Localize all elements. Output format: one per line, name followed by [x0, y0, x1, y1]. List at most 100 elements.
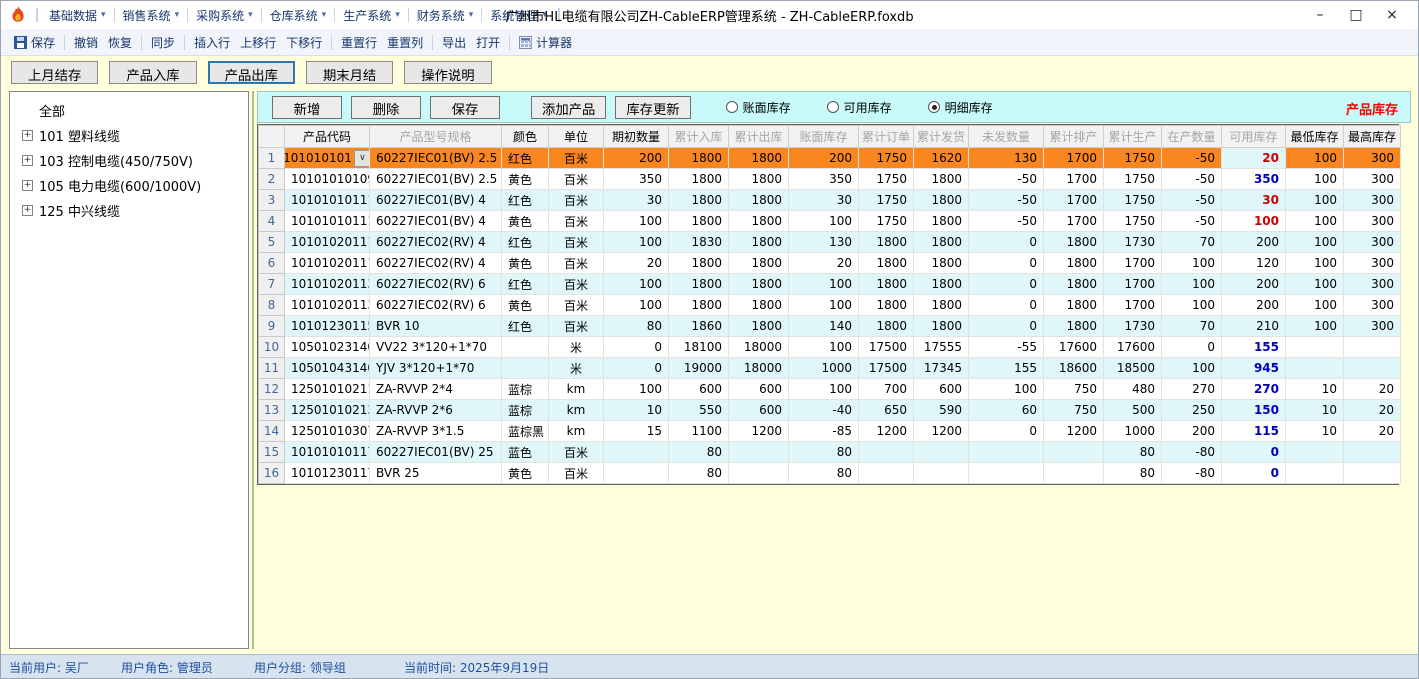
cell-cum-inbound[interactable]: 80 [669, 442, 729, 463]
cell-cum-scheduled[interactable]: 1800 [1044, 232, 1104, 253]
cell-min-stock[interactable]: 100 [1286, 253, 1344, 274]
toolbar-move-row-down-button[interactable]: 下移行 [281, 32, 327, 53]
cell-in-production[interactable]: 0 [1162, 337, 1222, 358]
cell-cum-outbound[interactable]: 1800 [729, 169, 789, 190]
cell-book-stock[interactable]: 30 [789, 190, 859, 211]
cell-opening-qty[interactable] [604, 442, 669, 463]
cell-in-production[interactable]: -80 [1162, 442, 1222, 463]
cell-cum-inbound[interactable]: 1800 [669, 148, 729, 169]
cell-cum-inbound[interactable]: 600 [669, 379, 729, 400]
cell-cum-shipped[interactable]: 1200 [914, 421, 969, 442]
toolbar-reset-rows-button[interactable]: 重置行 [336, 32, 382, 53]
cell-available-stock[interactable]: 210 [1222, 316, 1286, 337]
cell-in-production[interactable]: 100 [1162, 253, 1222, 274]
cell-cum-outbound[interactable]: 600 [729, 379, 789, 400]
column-header-product-spec[interactable]: 产品型号规格 [370, 126, 502, 148]
cell-unit[interactable]: 百米 [549, 442, 604, 463]
cell-product-spec[interactable]: 60227IEC01(BV) 2.5 [370, 148, 502, 169]
cell-cum-inbound[interactable]: 1830 [669, 232, 729, 253]
cell-min-stock[interactable]: 10 [1286, 400, 1344, 421]
cell-cum-produced[interactable]: 1730 [1104, 232, 1162, 253]
row-number[interactable]: 13 [259, 400, 285, 421]
tab-product-inbound[interactable]: 产品入库 [109, 61, 196, 84]
radio-book-stock[interactable]: 账面库存 [726, 99, 791, 116]
cell-product-spec[interactable]: BVR 25 [370, 463, 502, 484]
cell-cum-inbound[interactable]: 18100 [669, 337, 729, 358]
cell-cum-inbound[interactable]: 19000 [669, 358, 729, 379]
cell-cum-scheduled[interactable]: 1800 [1044, 253, 1104, 274]
toolbar-insert-row-button[interactable]: 插入行 [189, 32, 235, 53]
cell-max-stock[interactable]: 300 [1344, 253, 1401, 274]
cell-book-stock[interactable]: 140 [789, 316, 859, 337]
cell-available-stock[interactable]: 115 [1222, 421, 1286, 442]
close-button[interactable]: × [1374, 5, 1410, 25]
column-header-cum-shipped[interactable]: 累计发货 [914, 126, 969, 148]
cell-product-spec[interactable]: ZA-RVVP 2*6 [370, 400, 502, 421]
cell-opening-qty[interactable]: 100 [604, 211, 669, 232]
column-header-max-stock[interactable]: 最高库存 [1344, 126, 1401, 148]
cell-product-code[interactable]: 12501010211 [285, 379, 370, 400]
add-product-button[interactable]: 添加产品 [531, 96, 606, 119]
cell-cum-shipped[interactable] [914, 442, 969, 463]
cell-in-production[interactable]: -50 [1162, 190, 1222, 211]
cell-min-stock[interactable] [1286, 463, 1344, 484]
cell-cum-outbound[interactable]: 1800 [729, 274, 789, 295]
cell-cum-inbound[interactable]: 550 [669, 400, 729, 421]
panel-divider[interactable] [252, 91, 254, 649]
cell-available-stock[interactable]: 120 [1222, 253, 1286, 274]
tab-instructions[interactable]: 操作说明 [404, 61, 491, 84]
cell-color[interactable]: 黄色 [502, 295, 549, 316]
menu-item-finance-system[interactable]: 财务系统▾ [411, 5, 480, 26]
cell-unit[interactable]: 百米 [549, 190, 604, 211]
cell-cum-produced[interactable]: 1750 [1104, 190, 1162, 211]
cell-cum-orders[interactable]: 1750 [859, 169, 914, 190]
cell-color[interactable]: 蓝棕 [502, 379, 549, 400]
cell-book-stock[interactable]: 20 [789, 253, 859, 274]
cell-max-stock[interactable]: 300 [1344, 190, 1401, 211]
minimize-button[interactable]: – [1302, 5, 1338, 25]
cell-color[interactable]: 黄色 [502, 169, 549, 190]
cell-cum-orders[interactable]: 1750 [859, 148, 914, 169]
cell-cum-produced[interactable]: 80 [1104, 442, 1162, 463]
cell-unit[interactable]: km [549, 379, 604, 400]
cell-opening-qty[interactable]: 10 [604, 400, 669, 421]
cell-in-production[interactable]: 70 [1162, 232, 1222, 253]
cell-product-code[interactable]: 10101020113 [285, 295, 370, 316]
cell-cum-shipped[interactable] [914, 463, 969, 484]
cell-unit[interactable]: 百米 [549, 463, 604, 484]
cell-book-stock[interactable]: 80 [789, 463, 859, 484]
column-header-available-stock[interactable]: 可用库存 [1222, 126, 1286, 148]
cell-color[interactable] [502, 358, 549, 379]
cell-cum-shipped[interactable]: 1800 [914, 169, 969, 190]
cell-cum-inbound[interactable]: 1800 [669, 190, 729, 211]
cell-product-code[interactable]: 10101010117 [285, 442, 370, 463]
cell-max-stock[interactable]: 300 [1344, 148, 1401, 169]
cell-unit[interactable]: 百米 [549, 316, 604, 337]
cell-cum-scheduled[interactable]: 17600 [1044, 337, 1104, 358]
cell-book-stock[interactable]: 100 [789, 274, 859, 295]
cell-cum-scheduled[interactable]: 1700 [1044, 190, 1104, 211]
cell-opening-qty[interactable]: 15 [604, 421, 669, 442]
row-number[interactable]: 4 [259, 211, 285, 232]
cell-cum-outbound[interactable]: 18000 [729, 358, 789, 379]
cell-max-stock[interactable]: 300 [1344, 232, 1401, 253]
dropdown-arrow-icon[interactable]: ∨ [354, 150, 370, 167]
cell-product-spec[interactable]: VV22 3*120+1*70 [370, 337, 502, 358]
cell-opening-qty[interactable]: 0 [604, 358, 669, 379]
cell-product-spec[interactable]: 60227IEC01(BV) 25 [370, 442, 502, 463]
cell-product-spec[interactable]: 60227IEC02(RV) 6 [370, 295, 502, 316]
cell-product-code[interactable]: 12501010213 [285, 400, 370, 421]
cell-cum-orders[interactable]: 1750 [859, 211, 914, 232]
cell-cum-scheduled[interactable] [1044, 463, 1104, 484]
cell-cum-shipped[interactable]: 17345 [914, 358, 969, 379]
cell-min-stock[interactable]: 100 [1286, 148, 1344, 169]
cell-cum-inbound[interactable]: 1800 [669, 253, 729, 274]
cell-max-stock[interactable]: 300 [1344, 295, 1401, 316]
cell-unit[interactable]: 米 [549, 358, 604, 379]
cell-min-stock[interactable] [1286, 358, 1344, 379]
cell-available-stock[interactable]: 945 [1222, 358, 1286, 379]
cell-product-code[interactable]: 10101020113 [285, 274, 370, 295]
cell-available-stock[interactable]: 20 [1222, 148, 1286, 169]
cell-book-stock[interactable]: 130 [789, 232, 859, 253]
row-number[interactable]: 10 [259, 337, 285, 358]
